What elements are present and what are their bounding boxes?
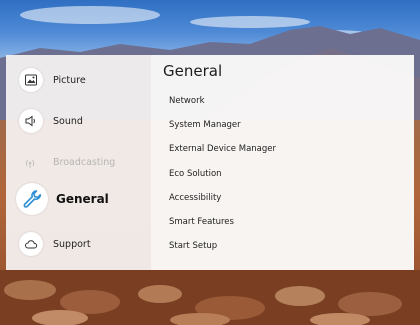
menu-item-general[interactable]: General [16, 183, 146, 215]
menu-item-picture[interactable]: Picture [16, 65, 146, 95]
list-item-eco-solution[interactable]: Eco Solution [169, 166, 276, 190]
list-item-accessibility[interactable]: Accessibility [169, 190, 276, 214]
menu-item-sound[interactable]: Sound [16, 106, 146, 136]
menu-item-label: Picture [53, 74, 86, 86]
antenna-icon [19, 150, 43, 174]
menu-item-broadcasting[interactable]: Broadcasting [16, 147, 146, 177]
settings-menu: Picture Sound Broadcasting General Suppo… [6, 55, 151, 270]
speaker-icon [19, 109, 43, 133]
menu-item-support[interactable]: Support [16, 229, 146, 259]
page-title: General [163, 62, 223, 80]
menu-item-label: General [56, 192, 109, 206]
menu-item-label: Sound [53, 115, 83, 127]
list-item-start-setup[interactable]: Start Setup [169, 238, 276, 262]
cloud-icon [19, 232, 43, 256]
menu-item-label: Support [53, 238, 91, 250]
settings-list: Network System Manager External Device M… [169, 93, 276, 262]
list-item-system-manager[interactable]: System Manager [169, 117, 276, 141]
wrench-icon [16, 183, 48, 215]
list-item-network[interactable]: Network [169, 93, 276, 117]
tv-screen: Picture Sound Broadcasting General Suppo… [0, 0, 420, 325]
list-item-smart-features[interactable]: Smart Features [169, 214, 276, 238]
menu-item-label: Broadcasting [53, 156, 116, 168]
general-settings-panel: General Network System Manager External … [151, 55, 414, 270]
picture-icon [19, 68, 43, 92]
list-item-external-device-manager[interactable]: External Device Manager [169, 141, 276, 165]
